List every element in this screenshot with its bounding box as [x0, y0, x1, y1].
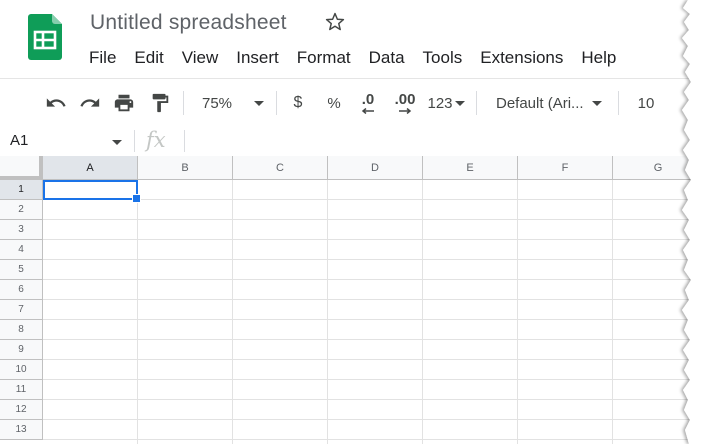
arrow-right-icon [398, 108, 412, 114]
redo-icon [79, 92, 101, 114]
formula-bar: A1 fx [0, 126, 704, 157]
row-header-5[interactable]: 5 [0, 260, 43, 280]
increase-decimal-label: .00 [394, 91, 416, 108]
undo-button[interactable] [42, 79, 70, 127]
menu-file[interactable]: File [80, 46, 125, 70]
toolbar-divider [276, 91, 277, 115]
column-header-e[interactable]: E [423, 156, 518, 180]
menu-bar: File Edit View Insert Format Data Tools … [80, 46, 625, 70]
print-button[interactable] [110, 79, 138, 127]
chevron-down-icon [591, 100, 602, 106]
font-size-input[interactable]: 10 [630, 79, 662, 127]
paint-format-icon [149, 92, 171, 114]
increase-decimal-button[interactable]: .00 [388, 79, 422, 127]
fx-icon: fx [146, 128, 166, 152]
row-header-9[interactable]: 9 [0, 340, 43, 360]
formula-divider [184, 130, 185, 152]
chevron-down-icon[interactable] [112, 140, 122, 145]
column-header-c[interactable]: C [233, 156, 328, 180]
undo-icon [45, 92, 67, 114]
column-header-b[interactable]: B [138, 156, 233, 180]
name-box[interactable]: A1 [10, 132, 28, 149]
toolbar-divider [183, 91, 184, 115]
column-header-a[interactable]: A [43, 156, 138, 180]
select-all-corner[interactable] [0, 156, 43, 180]
column-header-d[interactable]: D [328, 156, 423, 180]
menu-tools[interactable]: Tools [414, 46, 472, 70]
decrease-decimal-button[interactable]: .0 [352, 79, 384, 127]
zoom-select[interactable]: 75% [192, 79, 272, 127]
print-icon [113, 92, 135, 114]
row-header-8[interactable]: 8 [0, 320, 43, 340]
zoom-value: 75% [202, 94, 233, 112]
currency-format-button[interactable]: $ [286, 79, 310, 127]
row-header-2[interactable]: 2 [0, 200, 43, 220]
menu-edit[interactable]: Edit [125, 46, 172, 70]
more-formats-button[interactable]: 123 [424, 79, 468, 127]
more-formats-label: 123 [427, 94, 453, 112]
spreadsheet-app: Untitled spreadsheet File Edit View Inse… [0, 0, 704, 444]
percent-format-button[interactable]: % [322, 79, 346, 127]
decrease-decimal-label: .0 [361, 91, 375, 108]
toolbar-divider [476, 91, 477, 115]
chevron-down-icon [454, 100, 465, 106]
row-header-7[interactable]: 7 [0, 300, 43, 320]
menu-help[interactable]: Help [572, 46, 625, 70]
font-value: Default (Ari... [496, 94, 584, 112]
chevron-down-icon [254, 100, 265, 106]
menu-insert[interactable]: Insert [227, 46, 288, 70]
arrow-left-icon [361, 108, 375, 114]
toolbar: 75% $ % .0 .00 123 Default (Ari... 10 [0, 78, 704, 128]
menu-format[interactable]: Format [288, 46, 360, 70]
formula-divider [134, 130, 135, 152]
column-header-f[interactable]: F [518, 156, 613, 180]
row-header-1[interactable]: 1 [0, 180, 43, 200]
fill-handle[interactable] [132, 194, 141, 203]
font-select[interactable]: Default (Ari... [486, 79, 612, 127]
row-header-12[interactable]: 12 [0, 400, 43, 420]
redo-button[interactable] [76, 79, 104, 127]
menu-view[interactable]: View [173, 46, 228, 70]
cell-area[interactable] [43, 180, 704, 444]
toolbar-divider [618, 91, 619, 115]
menu-data[interactable]: Data [360, 46, 414, 70]
menu-extensions[interactable]: Extensions [471, 46, 572, 70]
formula-input[interactable] [194, 132, 674, 150]
row-header-10[interactable]: 10 [0, 360, 43, 380]
row-header-6[interactable]: 6 [0, 280, 43, 300]
torn-edge-decoration [682, 0, 704, 444]
document-title[interactable]: Untitled spreadsheet [90, 11, 287, 35]
row-header-13[interactable]: 13 [0, 420, 43, 440]
row-header-11[interactable]: 11 [0, 380, 43, 400]
row-header-3[interactable]: 3 [0, 220, 43, 240]
paint-format-button[interactable] [146, 79, 174, 127]
google-sheets-logo-icon[interactable] [28, 14, 62, 60]
row-header-4[interactable]: 4 [0, 240, 43, 260]
spreadsheet-grid: A B C D E F G 1 2 3 4 5 6 7 8 9 10 11 12… [0, 156, 704, 444]
active-cell-a1[interactable] [43, 180, 138, 200]
star-icon[interactable] [324, 11, 346, 33]
